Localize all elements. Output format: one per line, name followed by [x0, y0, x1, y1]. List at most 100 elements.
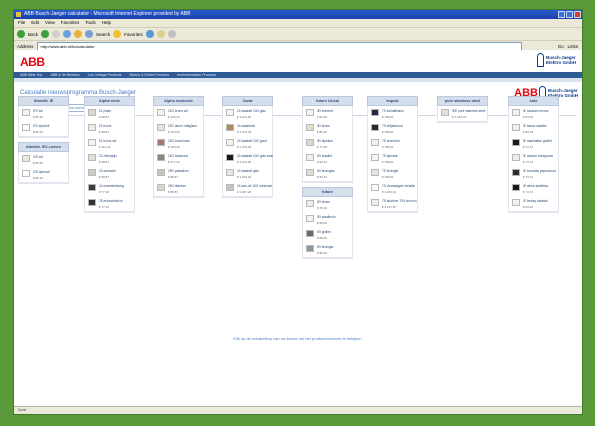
- close-icon[interactable]: [574, 11, 581, 18]
- product-item[interactable]: IEE pure stainless steel € 1.192,31: [437, 106, 488, 122]
- product-name[interactable]: IEI staalbruin: [317, 215, 353, 219]
- search-icon[interactable]: [85, 30, 94, 38]
- product-item[interactable]: IFZ alpinwit € 85,10: [18, 121, 69, 137]
- switch-thumbnail[interactable]: [88, 169, 96, 176]
- product-item[interactable]: 28G titanium € 88,87: [153, 181, 204, 197]
- busch-jaeger-logo[interactable]: Busch-Jaeger Elektro GmbH: [536, 53, 576, 67]
- product-name[interactable]: IEE pure stainless steel: [452, 109, 488, 113]
- product-item[interactable]: IE bocadas peperwood € 74,74: [508, 166, 559, 181]
- switch-thumbnail[interactable]: [88, 184, 96, 191]
- product-name[interactable]: 24 aan-uit 10G roestvast: [237, 184, 273, 188]
- switch-thumbnail[interactable]: [441, 109, 449, 116]
- product-name[interactable]: IEI zilverbrt: [317, 109, 353, 113]
- switch-thumbnail[interactable]: [157, 124, 165, 131]
- product-name[interactable]: 24 staalwit 10G goud: [237, 139, 273, 143]
- product-item[interactable]: IEI brons € 85,26: [302, 121, 353, 136]
- abb-logo[interactable]: ABB: [20, 55, 45, 69]
- menu-edit[interactable]: Edit: [31, 19, 39, 27]
- product-item[interactable]: 7S kobaltblauw € 786,01: [367, 106, 418, 121]
- home-icon[interactable]: [74, 30, 83, 38]
- switch-thumbnail[interactable]: [88, 109, 96, 116]
- go-button[interactable]: Go Links: [558, 44, 578, 49]
- switch-thumbnail[interactable]: [371, 109, 379, 116]
- product-item[interactable]: 24G staalrood € 177,40: [153, 151, 204, 166]
- product-item[interactable]: IEI staalbruin € 86,00: [302, 212, 353, 227]
- nav-item[interactable]: Motors & Drives Products: [129, 72, 169, 78]
- switch-thumbnail[interactable]: [512, 184, 520, 191]
- switch-thumbnail[interactable]: [306, 215, 314, 222]
- product-item[interactable]: 7S briljantrood € 786,01: [367, 121, 418, 136]
- product-item[interactable]: 25 antracietbruin € 77,10: [84, 196, 135, 212]
- switch-thumbnail[interactable]: [371, 124, 379, 131]
- product-name[interactable]: 21 brons wit: [99, 139, 135, 143]
- product-name[interactable]: IEI staalbrt: [317, 154, 353, 158]
- product-name[interactable]: 21G brons wit: [168, 109, 204, 113]
- product-name[interactable]: 24 staalwit 10G glas zwart: [237, 154, 273, 158]
- switch-thumbnail[interactable]: [157, 184, 165, 191]
- series-header[interactable]: solo: [508, 96, 559, 106]
- product-item[interactable]: IE besley staalwit € 63,00: [508, 196, 559, 212]
- nav-item[interactable]: Low Voltage Products: [88, 72, 122, 78]
- switch-thumbnail[interactable]: [371, 199, 379, 206]
- product-name[interactable]: IE besley staalwit: [523, 199, 559, 203]
- product-name[interactable]: 21 brons: [99, 124, 135, 128]
- product-name[interactable]: 22 zilvergrijs: [99, 154, 135, 158]
- switch-thumbnail[interactable]: [88, 154, 96, 161]
- stop-icon[interactable]: [52, 30, 61, 38]
- product-name[interactable]: 7S kobaltblauw: [382, 109, 418, 113]
- product-item[interactable]: 24 aan-uit 10G roestvast € 1.097,20: [222, 181, 273, 197]
- product-name[interactable]: IE manhattan grafiet: [523, 139, 559, 143]
- product-item[interactable]: 24 staalwit 10G goud € 1.374,23: [222, 136, 273, 151]
- search-label[interactable]: Search: [96, 32, 110, 37]
- series-header[interactable]: Carat: [222, 96, 273, 106]
- product-name[interactable]: 28G titanium: [168, 184, 204, 188]
- product-name[interactable]: 24G staalrood: [168, 154, 204, 158]
- product-name[interactable]: 7S brons/wit: [382, 139, 418, 143]
- product-name[interactable]: 25G palladium: [168, 169, 204, 173]
- switch-thumbnail[interactable]: [226, 169, 234, 176]
- product-item[interactable]: 22G alumi. stalglans € 104,20: [153, 121, 204, 136]
- menu-tools[interactable]: Tools: [85, 19, 96, 27]
- product-name[interactable]: IE africa stahlblau: [523, 184, 559, 188]
- product-item[interactable]: 21 brons wit € 113,24: [84, 136, 135, 151]
- product-name[interactable]: 7S bruingla: [382, 169, 418, 173]
- switch-thumbnail[interactable]: [157, 169, 165, 176]
- links-label[interactable]: Links: [567, 44, 578, 49]
- series-header[interactable]: Alpha exclusive: [153, 96, 204, 106]
- product-name[interactable]: 7S aluzilver 7S4 chroom: [382, 199, 418, 203]
- menu-view[interactable]: View: [45, 19, 55, 27]
- switch-thumbnail[interactable]: [226, 124, 234, 131]
- product-name[interactable]: 7S champagne metallic: [382, 184, 418, 188]
- product-name[interactable]: IE cassou bordgrauw: [523, 154, 559, 158]
- product-item[interactable]: IE blauw staalbrt € 83,16: [508, 121, 559, 136]
- product-name[interactable]: 22G alumi. stalglans: [168, 124, 204, 128]
- product-item[interactable]: 7S brons/wit € 786,01: [367, 136, 418, 151]
- back-icon[interactable]: [17, 30, 25, 38]
- favorites-icon[interactable]: [113, 30, 122, 38]
- product-item[interactable]: IZS alpinwit € 85,10: [18, 167, 69, 183]
- product-item[interactable]: IEI staalbrt € 84,24: [302, 151, 353, 166]
- series-header[interactable]: future Lineal: [302, 96, 353, 106]
- switch-thumbnail[interactable]: [306, 245, 314, 252]
- product-name[interactable]: 25 antracietbruin: [99, 199, 135, 203]
- product-item[interactable]: IEI zilverbrt € 84,00: [302, 106, 353, 121]
- product-name[interactable]: IEI bruingla: [317, 245, 353, 249]
- nav-item[interactable]: ABB in de Benelux: [50, 72, 79, 78]
- switch-thumbnail[interactable]: [88, 124, 96, 131]
- series-header[interactable]: Afwerkt. IE2 Lumen: [18, 142, 69, 152]
- switch-thumbnail[interactable]: [512, 169, 520, 176]
- product-name[interactable]: 23 antraciet: [99, 169, 135, 173]
- mail-icon[interactable]: [156, 30, 165, 38]
- switch-thumbnail[interactable]: [306, 200, 314, 207]
- switch-thumbnail[interactable]: [226, 109, 234, 116]
- series-header[interactable]: Impuls: [367, 96, 418, 106]
- switch-thumbnail[interactable]: [157, 154, 165, 161]
- product-item[interactable]: 21G brons wit € 126,24: [153, 106, 204, 121]
- product-name[interactable]: IEI grafiet: [317, 230, 353, 234]
- switch-thumbnail[interactable]: [226, 139, 234, 146]
- switch-thumbnail[interactable]: [306, 124, 314, 131]
- product-item[interactable]: IZS wit € 85,10: [18, 152, 69, 167]
- switch-thumbnail[interactable]: [371, 184, 379, 191]
- switch-thumbnail[interactable]: [512, 199, 520, 206]
- product-name[interactable]: 7S briljantrood: [382, 124, 418, 128]
